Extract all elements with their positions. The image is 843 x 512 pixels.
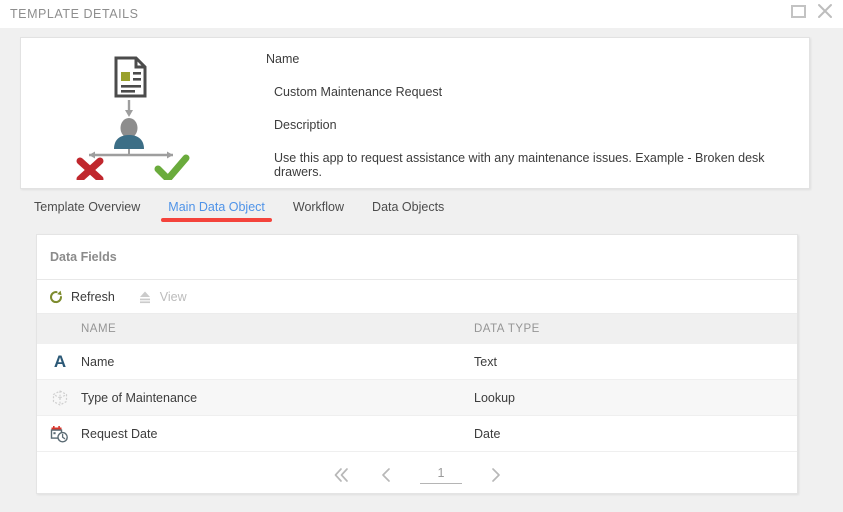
tab-label: Workflow [293, 200, 344, 214]
refresh-icon [48, 289, 64, 305]
tab-workflow[interactable]: Workflow [279, 196, 358, 222]
view-icon [137, 289, 153, 305]
data-fields-toolbar: Refresh View [37, 280, 797, 314]
date-field-icon [47, 423, 73, 445]
data-fields-table: NAME DATA TYPE A Name [37, 314, 797, 452]
close-icon[interactable] [816, 2, 834, 20]
data-fields-title: Data Fields [50, 250, 117, 264]
field-name: Request Date [81, 427, 157, 441]
page-number-input[interactable] [420, 466, 462, 484]
tab-template-overview[interactable]: Template Overview [20, 196, 154, 222]
window-title: TEMPLATE DETAILS [10, 7, 139, 21]
field-name: Type of Maintenance [81, 391, 197, 405]
text-field-icon: A [47, 351, 73, 373]
template-details-window: TEMPLATE DETAILS [0, 0, 843, 512]
window-title-bar: TEMPLATE DETAILS [0, 0, 843, 28]
lookup-field-icon [47, 387, 73, 409]
name-value: Custom Maintenance Request [274, 85, 801, 99]
column-header-name[interactable]: NAME [37, 314, 470, 344]
table-row[interactable]: A Name Text [37, 344, 797, 380]
table-row[interactable]: Type of Maintenance Lookup [37, 380, 797, 416]
field-data-type: Text [470, 344, 797, 380]
template-tabs: Template Overview Main Data Object Workf… [20, 196, 810, 228]
tab-main-data-object[interactable]: Main Data Object [154, 196, 279, 222]
name-label: Name [266, 52, 801, 66]
view-button[interactable]: View [137, 289, 187, 305]
window-content: Name Custom Maintenance Request Descript… [0, 28, 843, 512]
table-row[interactable]: Request Date Date [37, 416, 797, 452]
refresh-button[interactable]: Refresh [48, 289, 115, 305]
description-value: Use this app to request assistance with … [274, 151, 801, 179]
window-controls [791, 2, 834, 20]
field-data-type: Date [470, 416, 797, 452]
field-name: Name [81, 355, 114, 369]
template-summary-fields: Name Custom Maintenance Request Descript… [266, 52, 801, 179]
table-pagination [37, 452, 797, 498]
chevron-left-icon[interactable] [378, 465, 394, 485]
tab-label: Main Data Object [168, 200, 265, 214]
maximize-icon[interactable] [791, 5, 806, 18]
double-chevron-left-icon[interactable] [330, 465, 352, 485]
column-header-data-type[interactable]: DATA TYPE [470, 314, 797, 344]
active-tab-indicator [161, 218, 272, 222]
table-header-row: NAME DATA TYPE [37, 314, 797, 344]
refresh-label: Refresh [71, 290, 115, 304]
data-fields-header: Data Fields [37, 235, 797, 280]
tab-label: Template Overview [34, 200, 140, 214]
chevron-right-icon[interactable] [488, 465, 504, 485]
tab-data-objects[interactable]: Data Objects [358, 196, 458, 222]
approval-workflow-illustration [56, 48, 231, 180]
field-data-type: Lookup [470, 380, 797, 416]
data-fields-panel: Data Fields Refresh [36, 234, 798, 494]
view-label: View [160, 290, 187, 304]
description-label: Description [274, 118, 801, 132]
tab-label: Data Objects [372, 200, 444, 214]
template-summary-card: Name Custom Maintenance Request Descript… [20, 37, 810, 189]
